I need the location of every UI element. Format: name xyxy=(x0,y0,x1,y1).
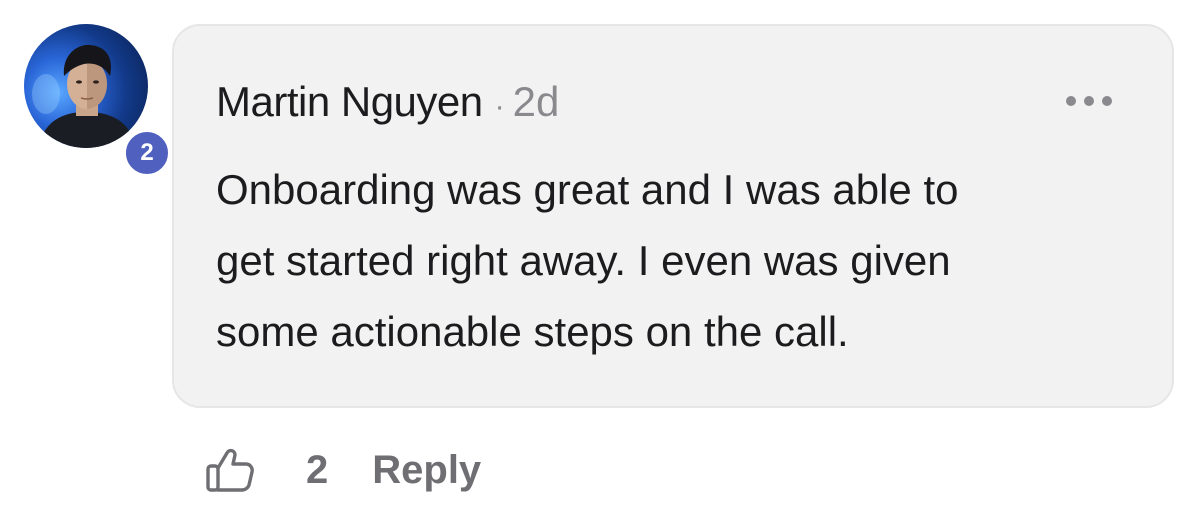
avatar-photo xyxy=(32,44,136,148)
separator-dot: · xyxy=(494,90,505,123)
more-options-button[interactable] xyxy=(1066,92,1112,110)
comment-line: some actionable steps on the call. xyxy=(216,308,849,355)
thumbs-up-icon xyxy=(206,448,254,492)
more-horizontal-icon xyxy=(1066,96,1112,106)
avatar[interactable] xyxy=(24,24,148,148)
comment-body: Onboarding was great and I was able to g… xyxy=(216,154,1116,367)
reply-button[interactable]: Reply xyxy=(372,448,481,493)
author-name[interactable]: Martin Nguyen xyxy=(216,78,483,126)
like-count: 2 xyxy=(306,447,329,492)
avatar-badge: 2 xyxy=(122,128,172,178)
comment-line: Onboarding was great and I was able to xyxy=(216,166,959,213)
like-button[interactable] xyxy=(204,444,256,496)
comment-timestamp[interactable]: 2d xyxy=(513,78,560,126)
comment-header: Martin Nguyen · 2d xyxy=(216,78,559,126)
comment-bubble: Martin Nguyen · 2d Onboarding was great … xyxy=(172,24,1174,408)
comment-line: get started right away. I even was given xyxy=(216,237,951,284)
comment-actions: 2 Reply xyxy=(204,440,481,500)
avatar-container[interactable]: 2 xyxy=(24,24,172,178)
